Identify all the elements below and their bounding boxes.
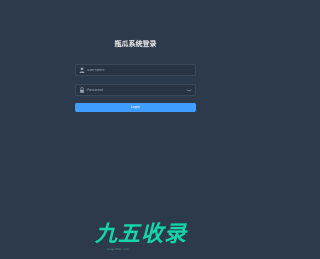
login-form: 瓶瓜系统登录 Login	[75, 40, 196, 112]
eye-icon[interactable]	[186, 87, 192, 93]
watermark-logo: 九五收录	[95, 222, 188, 247]
user-icon	[79, 67, 85, 73]
watermark-caption: www.95sl.com	[107, 247, 129, 251]
password-input[interactable]	[87, 85, 182, 95]
username-input[interactable]	[87, 65, 182, 75]
password-field[interactable]	[75, 84, 196, 96]
login-title: 瓶瓜系统登录	[114, 40, 157, 48]
watermark: 九五收录 www.95sl.com	[95, 222, 215, 252]
login-button[interactable]: Login	[75, 103, 196, 112]
lock-icon	[80, 87, 84, 93]
username-field[interactable]	[75, 64, 196, 76]
